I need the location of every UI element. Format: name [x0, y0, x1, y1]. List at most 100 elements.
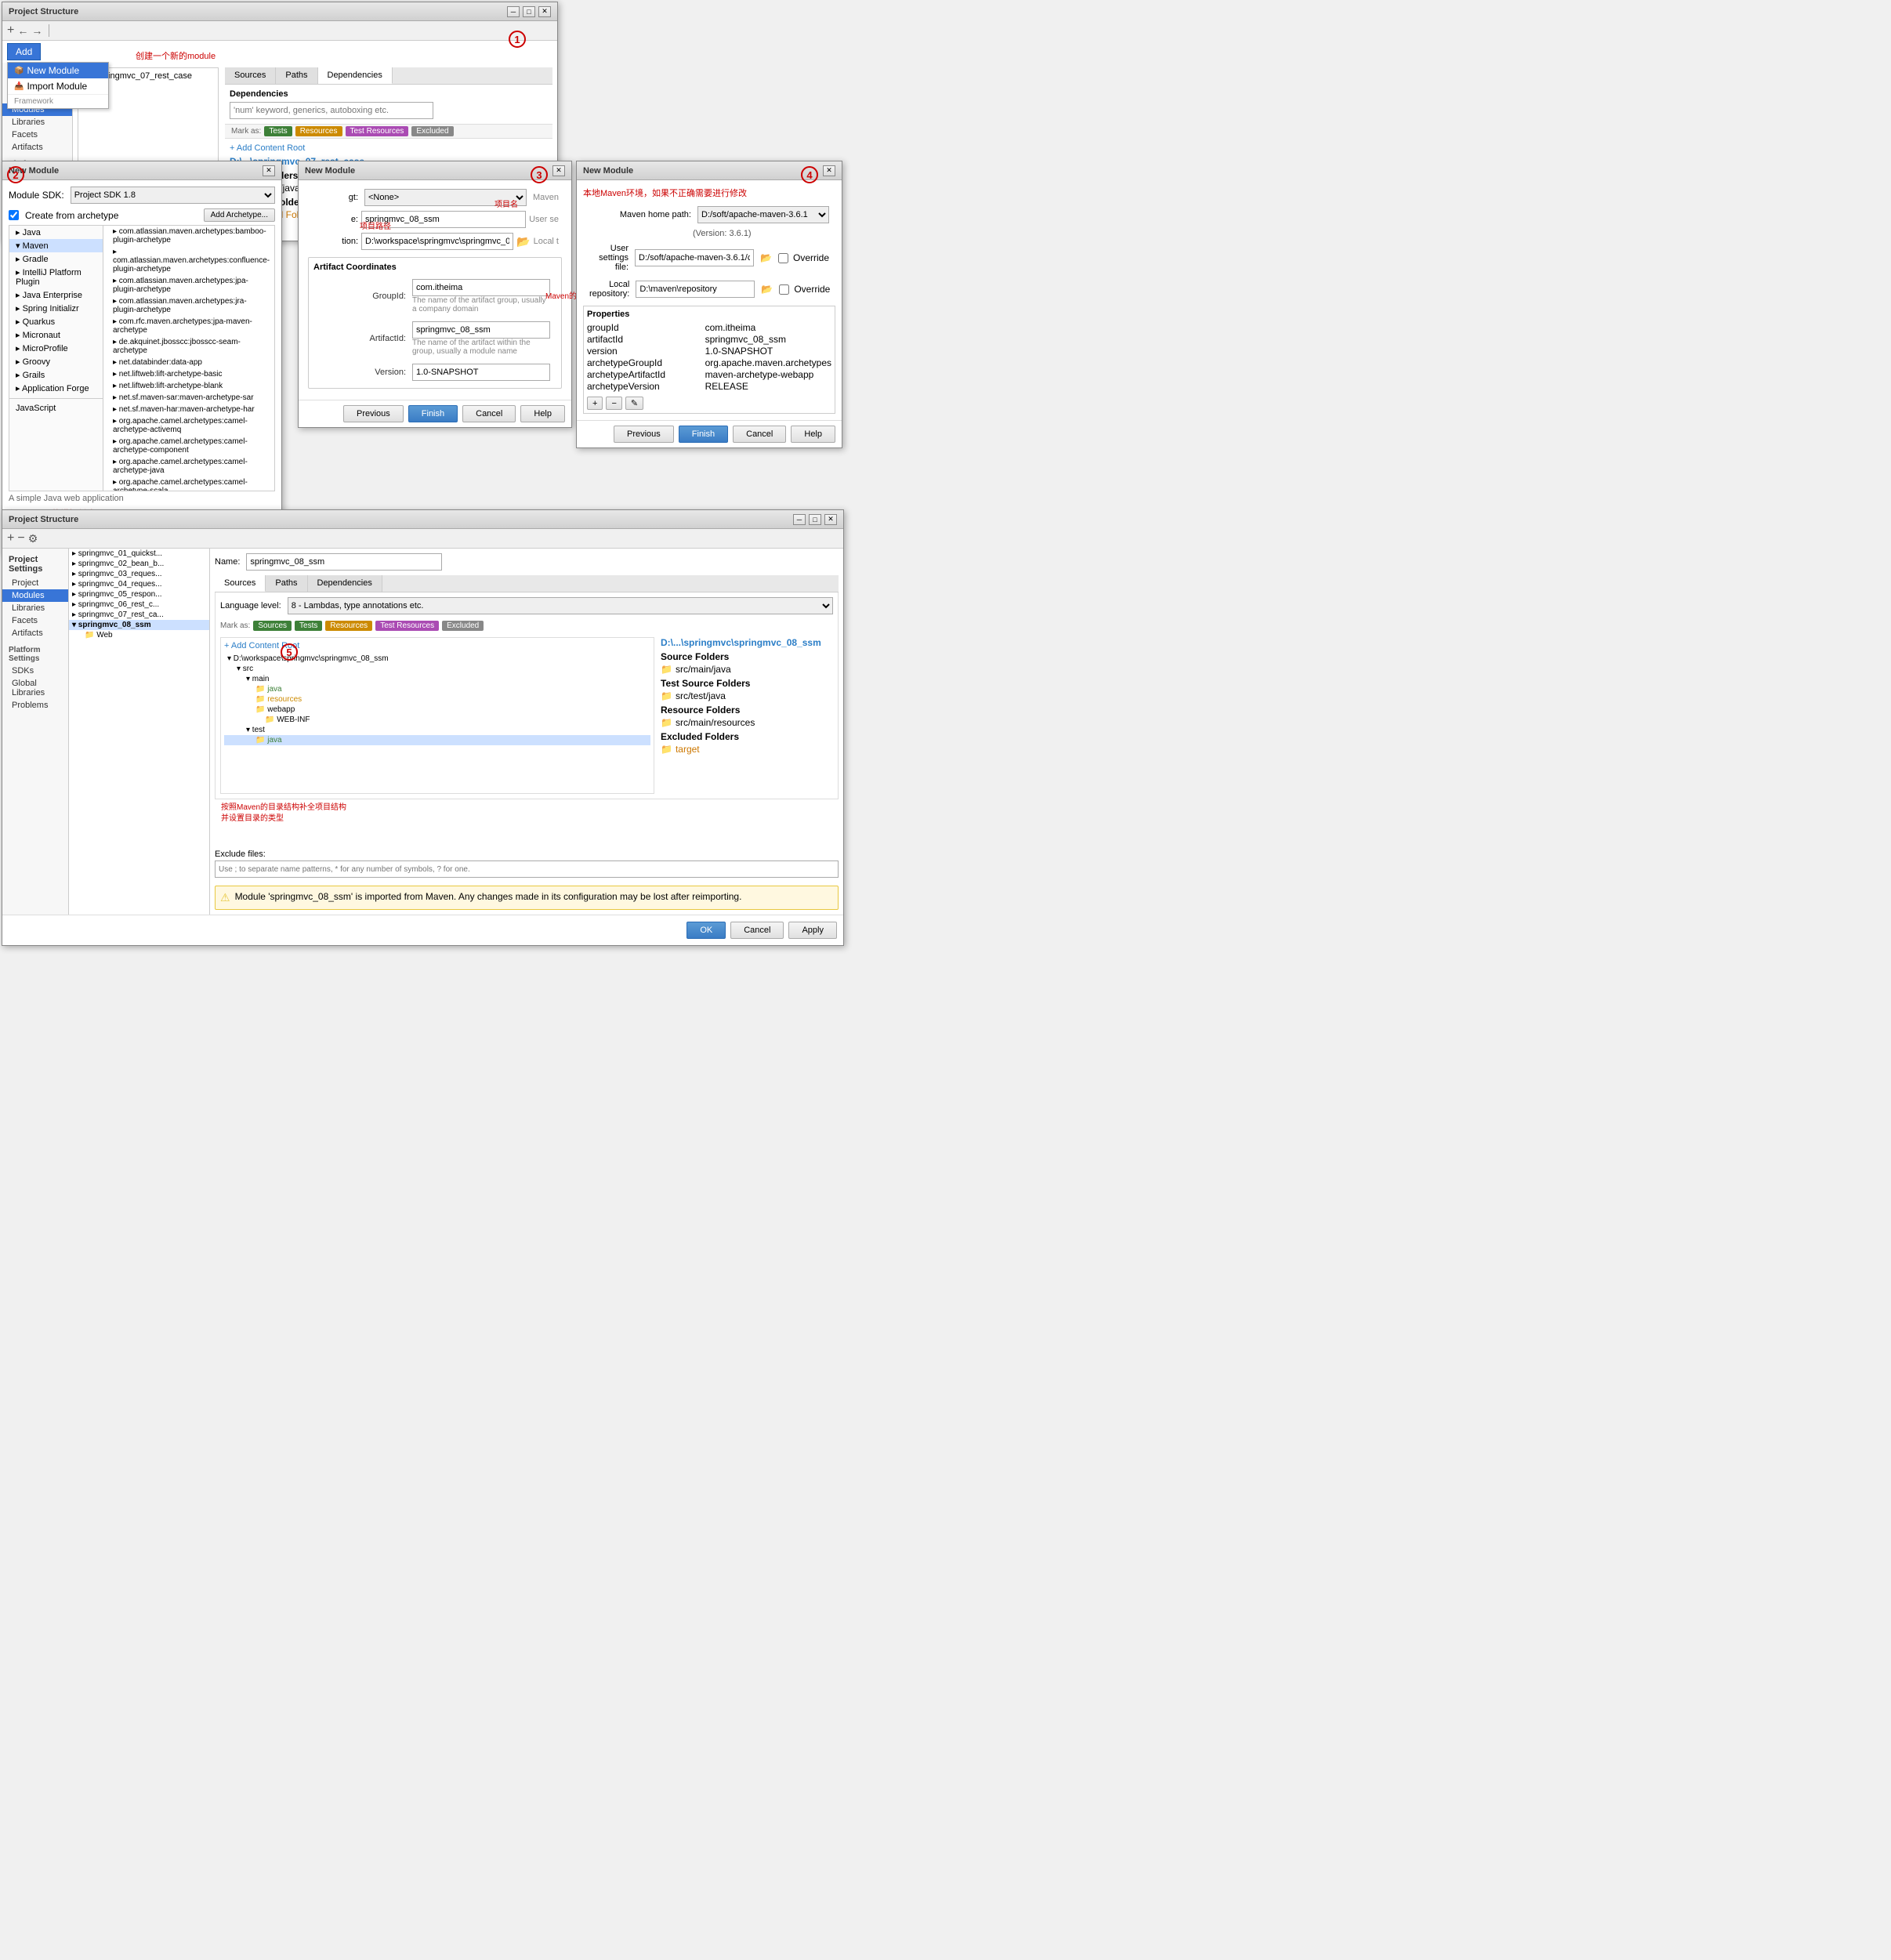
win3-finish-btn[interactable]: Finish: [408, 405, 458, 422]
win2-cat-javaee[interactable]: ▸ Java Enterprise: [9, 288, 103, 302]
win1-mark-test-resources[interactable]: Test Resources: [346, 126, 409, 136]
win5-global-libraries-item[interactable]: Global Libraries: [2, 677, 68, 699]
win4-override1-checkbox[interactable]: [778, 253, 788, 263]
win1-maximize[interactable]: □: [523, 6, 535, 17]
win5-module-07[interactable]: ▸ springmvc_07_rest_ca...: [69, 610, 209, 620]
win2-arch-confluence[interactable]: ▸ com.atlassian.maven.archetypes:conflue…: [107, 246, 274, 275]
win5-paths-tab[interactable]: Paths: [266, 575, 307, 592]
win1-add-content-root[interactable]: + Add Content Root: [230, 143, 548, 153]
win2-arch-jpa[interactable]: ▸ com.atlassian.maven.archetypes:jpa-plu…: [107, 275, 274, 295]
win5-module-02[interactable]: ▸ springmvc_02_bean_b...: [69, 559, 209, 569]
win5-module-05[interactable]: ▸ springmvc_05_respon...: [69, 589, 209, 600]
win2-cat-js[interactable]: JavaScript: [9, 402, 103, 415]
win4-prop-edit[interactable]: ✎: [625, 397, 643, 410]
win5-dependencies-tab[interactable]: Dependencies: [308, 575, 382, 592]
win5-name-input[interactable]: [246, 553, 442, 571]
win5-mark-resources[interactable]: Resources: [325, 621, 372, 631]
win5-module-04[interactable]: ▸ springmvc_04_reques...: [69, 579, 209, 589]
win2-arch-camel-activemq[interactable]: ▸ org.apache.camel.archetypes:camel-arch…: [107, 415, 274, 436]
win5-artifacts-item[interactable]: Artifacts: [2, 627, 68, 639]
win2-close[interactable]: ✕: [263, 165, 275, 176]
win2-cat-spring[interactable]: ▸ Spring Initializr: [9, 302, 103, 315]
win5-tree-main[interactable]: ▾ main: [224, 674, 650, 684]
win2-cat-microprofile[interactable]: ▸ MicroProfile: [9, 342, 103, 355]
win5-module-06[interactable]: ▸ springmvc_06_rest_c...: [69, 600, 209, 610]
win5-remove-icon[interactable]: −: [17, 531, 24, 545]
win5-module-08[interactable]: ▾ springmvc_08_ssm: [69, 620, 209, 630]
win1-artifacts-item[interactable]: Artifacts: [2, 141, 72, 154]
win2-arch-sar[interactable]: ▸ net.sf.maven-sar:maven-archetype-sar: [107, 392, 274, 404]
win5-ok-btn[interactable]: OK: [686, 922, 726, 939]
win1-facets-item[interactable]: Facets: [2, 129, 72, 141]
win2-sdk-select[interactable]: Project SDK 1.8: [71, 187, 275, 204]
win5-tree-resources[interactable]: 📁 resources: [224, 694, 650, 705]
win5-settings-icon[interactable]: ⚙: [28, 532, 38, 545]
win5-minimize[interactable]: ─: [793, 514, 806, 525]
win1-mark-excluded[interactable]: Excluded: [411, 126, 453, 136]
win5-mark-test-resources[interactable]: Test Resources: [375, 621, 439, 631]
win1-mark-resources[interactable]: Resources: [295, 126, 342, 136]
win2-add-archetype-btn[interactable]: Add Archetype...: [204, 208, 275, 222]
win2-arch-bamboo[interactable]: ▸ com.atlassian.maven.archetypes:bamboo-…: [107, 226, 274, 246]
win4-close[interactable]: ✕: [823, 165, 835, 176]
win2-arch-camel-scala[interactable]: ▸ org.apache.camel.archetypes:camel-arch…: [107, 476, 274, 491]
win3-cancel-btn[interactable]: Cancel: [462, 405, 516, 422]
win4-override2-checkbox[interactable]: [779, 284, 789, 295]
win5-tree-test-java[interactable]: 📁 java: [224, 735, 650, 745]
win2-cat-intellij[interactable]: ▸ IntelliJ Platform Plugin: [9, 266, 103, 288]
win2-arch-jra[interactable]: ▸ com.atlassian.maven.archetypes:jra-plu…: [107, 295, 274, 316]
win2-arch-camel-comp[interactable]: ▸ org.apache.camel.archetypes:camel-arch…: [107, 436, 274, 456]
win2-cat-groovy[interactable]: ▸ Groovy: [9, 355, 103, 368]
win2-arch-dataapp[interactable]: ▸ net.databinder:data-app: [107, 357, 274, 368]
win3-version-input[interactable]: [412, 364, 550, 381]
win5-module-03[interactable]: ▸ springmvc_03_reques...: [69, 569, 209, 579]
win4-local-repo-input[interactable]: [636, 281, 755, 298]
win3-artifactid-input[interactable]: [412, 321, 550, 339]
win1-mark-tests[interactable]: Tests: [264, 126, 292, 136]
win5-modules-item[interactable]: Modules: [2, 589, 68, 602]
win2-arch-har[interactable]: ▸ net.sf.maven-har:maven-archetype-har: [107, 404, 274, 415]
win5-cancel-btn[interactable]: Cancel: [730, 922, 784, 939]
win1-dep-search[interactable]: [230, 102, 433, 119]
win2-arch-lift-basic[interactable]: ▸ net.liftweb:lift-archetype-basic: [107, 368, 274, 380]
win5-libraries-item[interactable]: Libraries: [2, 602, 68, 614]
win1-libraries-item[interactable]: Libraries: [2, 116, 72, 129]
win5-facets-item[interactable]: Facets: [2, 614, 68, 627]
win3-folder-icon[interactable]: 📂: [516, 235, 530, 248]
win2-arch-jboss[interactable]: ▸ de.akquinet.jbosscc:jbosscc-seam-arche…: [107, 336, 274, 357]
win2-arch-lift-blank[interactable]: ▸ net.liftweb:lift-archetype-blank: [107, 380, 274, 392]
win5-problems-item[interactable]: Problems: [2, 699, 68, 712]
win1-minimize[interactable]: ─: [507, 6, 520, 17]
win2-cat-grails[interactable]: ▸ Grails: [9, 368, 103, 382]
win5-mark-tests[interactable]: Tests: [295, 621, 322, 631]
win5-project-item[interactable]: Project: [2, 577, 68, 589]
win4-previous-btn[interactable]: Previous: [614, 426, 674, 443]
win4-prop-add[interactable]: +: [587, 397, 603, 410]
win5-tree-webapp[interactable]: 📁 webapp: [224, 705, 650, 715]
win1-sources-tab[interactable]: Sources: [225, 67, 276, 84]
win5-module-01[interactable]: ▸ springmvc_01_quickst...: [69, 549, 209, 559]
win3-help-btn[interactable]: Help: [520, 405, 565, 422]
win4-user-settings-input[interactable]: [635, 249, 754, 266]
new-module-item[interactable]: 📦 New Module: [8, 63, 108, 78]
import-module-item[interactable]: 📥 Import Module: [8, 78, 108, 94]
win4-cancel-btn[interactable]: Cancel: [733, 426, 786, 443]
win2-cat-quarkus[interactable]: ▸ Quarkus: [9, 315, 103, 328]
win2-cat-appforge[interactable]: ▸ Application Forge: [9, 382, 103, 395]
win4-help-btn[interactable]: Help: [791, 426, 835, 443]
win2-arch-camel-java[interactable]: ▸ org.apache.camel.archetypes:camel-arch…: [107, 456, 274, 476]
win5-exclude-input[interactable]: [215, 860, 839, 878]
win4-settings-folder-icon[interactable]: 📂: [760, 252, 772, 263]
win4-maven-home-select[interactable]: D:/soft/apache-maven-3.6.1: [697, 206, 829, 223]
win1-dependencies-tab[interactable]: Dependencies: [318, 67, 393, 84]
win5-tree-src[interactable]: ▾ src: [224, 664, 650, 674]
win5-add-icon[interactable]: +: [7, 531, 14, 545]
win3-tion-input[interactable]: [361, 233, 513, 250]
win2-create-archetype-checkbox[interactable]: [9, 210, 19, 220]
win1-close[interactable]: ✕: [538, 6, 551, 17]
win5-mark-sources[interactable]: Sources: [253, 621, 292, 631]
win3-groupid-input[interactable]: [412, 279, 550, 296]
win2-arch-rfc[interactable]: ▸ com.rfc.maven.archetypes:jpa-maven-arc…: [107, 316, 274, 336]
win4-finish-btn[interactable]: Finish: [679, 426, 728, 443]
win2-cat-java[interactable]: ▸ Java: [9, 226, 103, 239]
